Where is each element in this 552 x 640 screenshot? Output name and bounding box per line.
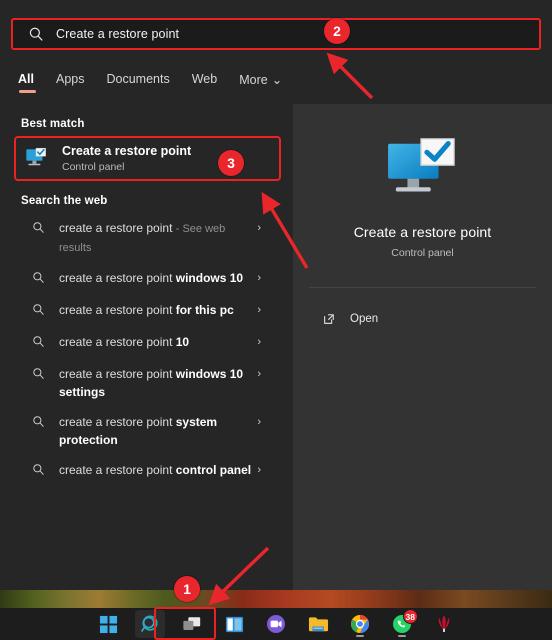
- chevron-down-icon: ⌄: [271, 73, 283, 87]
- file-explorer-icon: [308, 615, 329, 633]
- chevron-right-icon: ›: [257, 304, 261, 316]
- start-button[interactable]: [93, 610, 123, 638]
- web-result-row[interactable]: create a restore point system protection…: [10, 407, 285, 455]
- search-icon: [33, 416, 44, 427]
- tab-more[interactable]: More ⌄: [239, 72, 282, 94]
- chevron-right-icon: ›: [257, 368, 261, 380]
- web-results-list: create a restore point - See web results…: [0, 213, 293, 487]
- chevron-right-icon: ›: [257, 416, 261, 428]
- chrome-icon: [350, 614, 370, 634]
- annotation-marker-1: 1: [174, 576, 200, 602]
- tab-more-label: More: [239, 73, 268, 87]
- chevron-right-icon: ›: [257, 222, 261, 234]
- chevron-right-icon: ›: [257, 464, 261, 476]
- search-input-value: Create a restore point: [56, 27, 180, 41]
- tab-web-label: Web: [191, 72, 218, 86]
- running-indicator: [398, 635, 406, 637]
- desktop-wallpaper: [0, 590, 552, 608]
- web-result-row[interactable]: create a restore point for this pc ›: [10, 295, 285, 327]
- notification-badge: 38: [402, 609, 418, 624]
- file-explorer-button[interactable]: [303, 610, 333, 638]
- chevron-right-icon: ›: [257, 272, 261, 284]
- preview-open-action[interactable]: Open: [293, 306, 552, 332]
- web-result-row[interactable]: create a restore point windows 10 settin…: [10, 359, 285, 407]
- results-column: Best match Create a restore point Contro…: [0, 104, 293, 590]
- restore-point-icon: [387, 138, 455, 192]
- best-match-subtitle: Control panel: [62, 160, 125, 173]
- search-icon: [33, 222, 44, 233]
- restore-point-icon: [26, 147, 46, 165]
- web-result-label: create a restore point system protection: [59, 415, 218, 447]
- web-result-label: create a restore point - See web results: [59, 221, 226, 254]
- tab-apps[interactable]: Apps: [56, 72, 85, 93]
- best-match-title: Create a restore point: [62, 143, 192, 158]
- search-icon: [33, 272, 44, 283]
- search-the-web-heading: Search the web: [21, 195, 108, 207]
- teams-chat-button[interactable]: [261, 610, 291, 638]
- preview-pane: Create a restore point Control panel Ope…: [293, 104, 552, 590]
- search-icon: [33, 304, 44, 315]
- best-match-heading: Best match: [21, 118, 85, 130]
- web-result-label: create a restore point windows 10 settin…: [59, 367, 244, 399]
- task-view-button[interactable]: [177, 610, 207, 638]
- teams-chat-icon: [266, 614, 286, 634]
- preview-title: Create a restore point: [353, 224, 492, 240]
- search-button[interactable]: [135, 610, 165, 638]
- preview-divider: [309, 287, 536, 288]
- huawei-button[interactable]: [429, 610, 459, 638]
- preview-icon-wrap: [293, 136, 552, 202]
- web-result-label: create a restore point windows 10: [59, 271, 244, 285]
- whatsapp-button[interactable]: 38: [387, 609, 418, 638]
- tab-web[interactable]: Web: [192, 72, 217, 93]
- chrome-button[interactable]: [345, 610, 375, 638]
- tab-documents-label: Documents: [106, 72, 170, 86]
- chevron-right-icon: ›: [257, 336, 261, 348]
- search-icon: [29, 27, 43, 41]
- open-external-icon: [324, 314, 334, 324]
- taskbar-icons: 38: [0, 608, 552, 640]
- search-icon: [33, 368, 44, 379]
- web-result-row[interactable]: create a restore point - See web results…: [10, 213, 285, 263]
- tab-apps-label: Apps: [55, 72, 85, 86]
- tab-all[interactable]: All: [18, 72, 36, 93]
- annotation-marker-2: 2: [324, 18, 350, 44]
- tab-documents[interactable]: Documents: [106, 72, 169, 93]
- widgets-icon: [225, 615, 244, 634]
- search-icon: [33, 336, 44, 347]
- web-result-row[interactable]: create a restore point control panel ›: [10, 455, 285, 487]
- taskbar: 38: [0, 608, 552, 640]
- search-icon: [33, 464, 44, 475]
- preview-open-label: Open: [350, 313, 379, 325]
- running-indicator: [356, 635, 364, 637]
- web-result-label: create a restore point 10: [59, 335, 190, 349]
- preview-subtitle: Control panel: [391, 247, 454, 259]
- tab-all-label: All: [18, 72, 34, 86]
- search-input-highlight: Create a restore point: [11, 18, 541, 50]
- widgets-button[interactable]: [219, 610, 249, 638]
- web-result-label: create a restore point for this pc: [59, 303, 234, 317]
- task-view-icon: [182, 616, 202, 633]
- windows-logo-icon: [99, 615, 118, 634]
- search-flyout: Create a restore point All Apps Document…: [0, 0, 552, 590]
- web-result-label: create a restore point control panel: [59, 463, 252, 477]
- web-result-row[interactable]: create a restore point 10 ›: [10, 327, 285, 359]
- web-result-row[interactable]: create a restore point windows 10 ›: [10, 263, 285, 295]
- huawei-icon: [434, 614, 454, 634]
- search-icon: [140, 614, 160, 634]
- annotation-marker-3: 3: [218, 150, 244, 176]
- filter-tabs: All Apps Documents Web More ⌄: [18, 72, 282, 94]
- windows-search-screen: Create a restore point All Apps Document…: [0, 0, 552, 640]
- search-input[interactable]: Create a restore point: [11, 18, 541, 50]
